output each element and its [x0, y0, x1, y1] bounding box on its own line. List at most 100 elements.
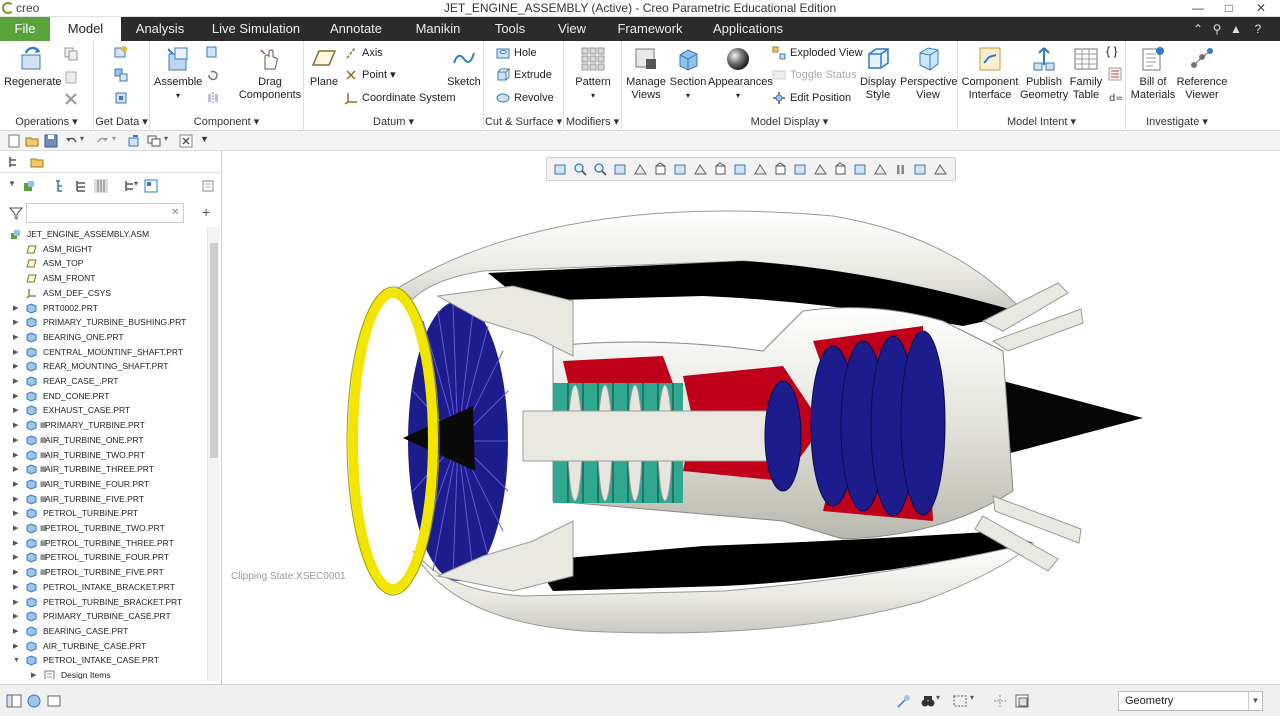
find-binoculars-icon[interactable] — [920, 693, 936, 709]
point-button[interactable]: Point ▾ — [344, 67, 396, 83]
tree-item[interactable]: ▶ ▦ PETROL_TURBINE_FIVE.PRT — [0, 565, 206, 580]
component-interface-button[interactable]: Component Interface — [960, 45, 1020, 102]
assembly-icon[interactable] — [22, 179, 36, 193]
tab-tools[interactable]: Tools — [490, 17, 530, 41]
tree-filters-icon[interactable] — [54, 179, 68, 193]
undo-icon[interactable] — [64, 134, 78, 148]
tree-item[interactable]: ▶ AIR_TURBINE_CASE.PRT — [0, 639, 206, 654]
group-label-modifiers[interactable]: Modifiers ▾ — [564, 115, 621, 128]
tree-item[interactable]: ▶ ▦ AIR_TURBINE_FIVE.PRT — [0, 492, 206, 507]
show-icon[interactable] — [74, 179, 88, 193]
toggle-navigator-icon[interactable] — [6, 693, 22, 709]
jet-engine-model[interactable] — [223, 151, 1280, 684]
expand-icon[interactable]: ▶ — [13, 448, 21, 463]
publish-geometry-button[interactable]: Publish Geometry — [1020, 45, 1068, 102]
expand-icon[interactable]: ▶ — [13, 624, 21, 639]
filter-icon[interactable] — [9, 206, 23, 220]
mirror-component-icon[interactable] — [206, 91, 220, 105]
graphics-window[interactable]: Clipping State:XSEC0001 — [223, 151, 1280, 684]
tab-applications[interactable]: Applications — [708, 17, 788, 41]
expand-icon[interactable]: ▶ — [13, 462, 21, 477]
expand-icon[interactable]: ▶ — [13, 301, 21, 316]
selection-filter-icon[interactable] — [992, 693, 1008, 709]
model-tree-tab-icon[interactable] — [7, 155, 21, 169]
appearances-button[interactable]: Appearances ▾ — [708, 45, 773, 102]
copy-icon[interactable] — [64, 47, 78, 61]
tree-root[interactable]: JET_ENGINE_ASSEMBLY.ASM — [0, 227, 206, 242]
tree-item[interactable]: ▶ REAR_CASE_.PRT — [0, 374, 206, 389]
expand-icon[interactable]: ▶ — [13, 492, 21, 507]
display-style-button[interactable]: Display Style — [858, 45, 898, 102]
tree-search-input[interactable] — [26, 203, 184, 223]
hole-button[interactable]: Hole — [496, 45, 537, 61]
tree-view-icon[interactable] — [144, 179, 158, 193]
bill-of-materials-button[interactable]: Bill of Materials — [1128, 45, 1178, 102]
group-label-cut-surface[interactable]: Cut & Surface ▾ — [484, 115, 563, 128]
pattern-button[interactable]: Pattern ▾ — [572, 45, 614, 102]
expand-icon[interactable]: ▶ — [13, 639, 21, 654]
tab-file[interactable]: File — [0, 17, 50, 41]
selection-dropdown-icon[interactable]: ▾ — [970, 693, 986, 709]
regenerate-button[interactable]: Regenerate — [4, 45, 62, 89]
tree-item[interactable]: ▶ ▦ PETROL_TURBINE_FOUR.PRT — [0, 550, 206, 565]
expand-icon[interactable]: ▶ — [13, 595, 21, 610]
tree-item[interactable]: ▶ PETROL_INTAKE_BRACKET.PRT — [0, 580, 206, 595]
tree-dropdown-icon[interactable]: ▼ — [8, 179, 22, 193]
user-defined-feature-icon[interactable] — [114, 45, 128, 59]
expand-icon[interactable]: ▶ — [13, 418, 21, 433]
expand-icon[interactable]: ▶ — [13, 389, 21, 404]
tab-annotate[interactable]: Annotate — [323, 17, 389, 41]
group-label-datum[interactable]: Datum ▾ — [304, 115, 483, 128]
group-label-get-data[interactable]: Get Data ▾ — [94, 115, 149, 128]
tree-item[interactable]: ▶ PETROL_TURBINE.PRT — [0, 506, 206, 521]
revolve-button[interactable]: Revolve — [496, 90, 554, 106]
toggle-status-button[interactable]: Toggle Status — [772, 67, 857, 83]
clear-search-icon[interactable]: ✕ — [171, 207, 185, 221]
maximize-icon[interactable]: □ — [1221, 0, 1237, 16]
expand-icon[interactable]: ▶ — [13, 580, 21, 595]
tab-framework[interactable]: Framework — [612, 17, 688, 41]
tree-item[interactable]: ASM_RIGHT — [0, 242, 206, 257]
expand-icon[interactable]: ▶ — [13, 536, 21, 551]
assemble-button[interactable]: Assemble ▾ — [154, 45, 202, 102]
manage-views-button[interactable]: Manage Views — [626, 45, 666, 102]
tree-item[interactable]: ▶ PRT0002.PRT — [0, 301, 206, 316]
tree-item[interactable]: ▶ ▦ AIR_TURBINE_THREE.PRT — [0, 462, 206, 477]
expand-icon[interactable]: ▶ — [13, 477, 21, 492]
tree-item[interactable]: ▶ PRIMARY_TURBINE_CASE.PRT — [0, 609, 206, 624]
tree-scrollbar[interactable] — [207, 227, 219, 681]
expand-icon[interactable]: ▶ — [13, 521, 21, 536]
search-icon[interactable]: ⚲ — [1209, 21, 1225, 37]
group-label-model-display[interactable]: Model Display ▾ — [622, 115, 957, 128]
tab-manikin[interactable]: Manikin — [410, 17, 466, 41]
customize-qat-icon[interactable]: ▼ — [200, 134, 214, 148]
redo-icon[interactable] — [96, 134, 110, 148]
shrinkwrap-icon[interactable] — [114, 91, 128, 105]
tree-item[interactable]: ▶ ▦ PETROL_TURBINE_TWO.PRT — [0, 521, 206, 536]
tree-item[interactable]: ▶ ▦ AIR_TURBINE_TWO.PRT — [0, 448, 206, 463]
repeat-icon[interactable] — [206, 68, 220, 82]
group-label-investigate[interactable]: Investigate ▾ — [1126, 115, 1228, 128]
selected-items-icon[interactable] — [1014, 693, 1030, 709]
group-label-model-intent[interactable]: Model Intent ▾ — [958, 115, 1125, 128]
minimize-icon[interactable]: — — [1190, 0, 1206, 16]
expand-icon[interactable]: ▶ — [13, 506, 21, 521]
folder-browser-tab-icon[interactable] — [30, 155, 44, 169]
tree-item[interactable]: ▶ REAR_MOUNTING_SHAFT.PRT — [0, 359, 206, 374]
tree-item[interactable]: ASM_TOP — [0, 256, 206, 271]
open-folder-icon[interactable] — [25, 134, 39, 148]
expand-icon[interactable]: ▶ — [13, 433, 21, 448]
paste-icon[interactable] — [64, 70, 78, 84]
expand-icon[interactable]: ▶ — [13, 345, 21, 360]
tab-analysis[interactable]: Analysis — [128, 17, 192, 41]
undo-dropdown-icon[interactable]: ▾ — [80, 134, 94, 148]
coordinate-system-button[interactable]: Coordinate System — [344, 90, 456, 106]
collapse-icon[interactable]: ▼ — [13, 653, 21, 668]
tree-item[interactable]: ▶ ▦ AIR_TURBINE_FOUR.PRT — [0, 477, 206, 492]
tree-item[interactable]: ▶ EXHAUST_CASE.PRT — [0, 403, 206, 418]
tree-item[interactable]: ASM_DEF_CSYS — [0, 286, 206, 301]
close-window-icon[interactable] — [179, 134, 193, 148]
reference-viewer-button[interactable]: Reference Viewer — [1176, 45, 1228, 102]
save-icon[interactable] — [44, 134, 58, 148]
add-filter-icon[interactable]: + — [202, 205, 216, 220]
